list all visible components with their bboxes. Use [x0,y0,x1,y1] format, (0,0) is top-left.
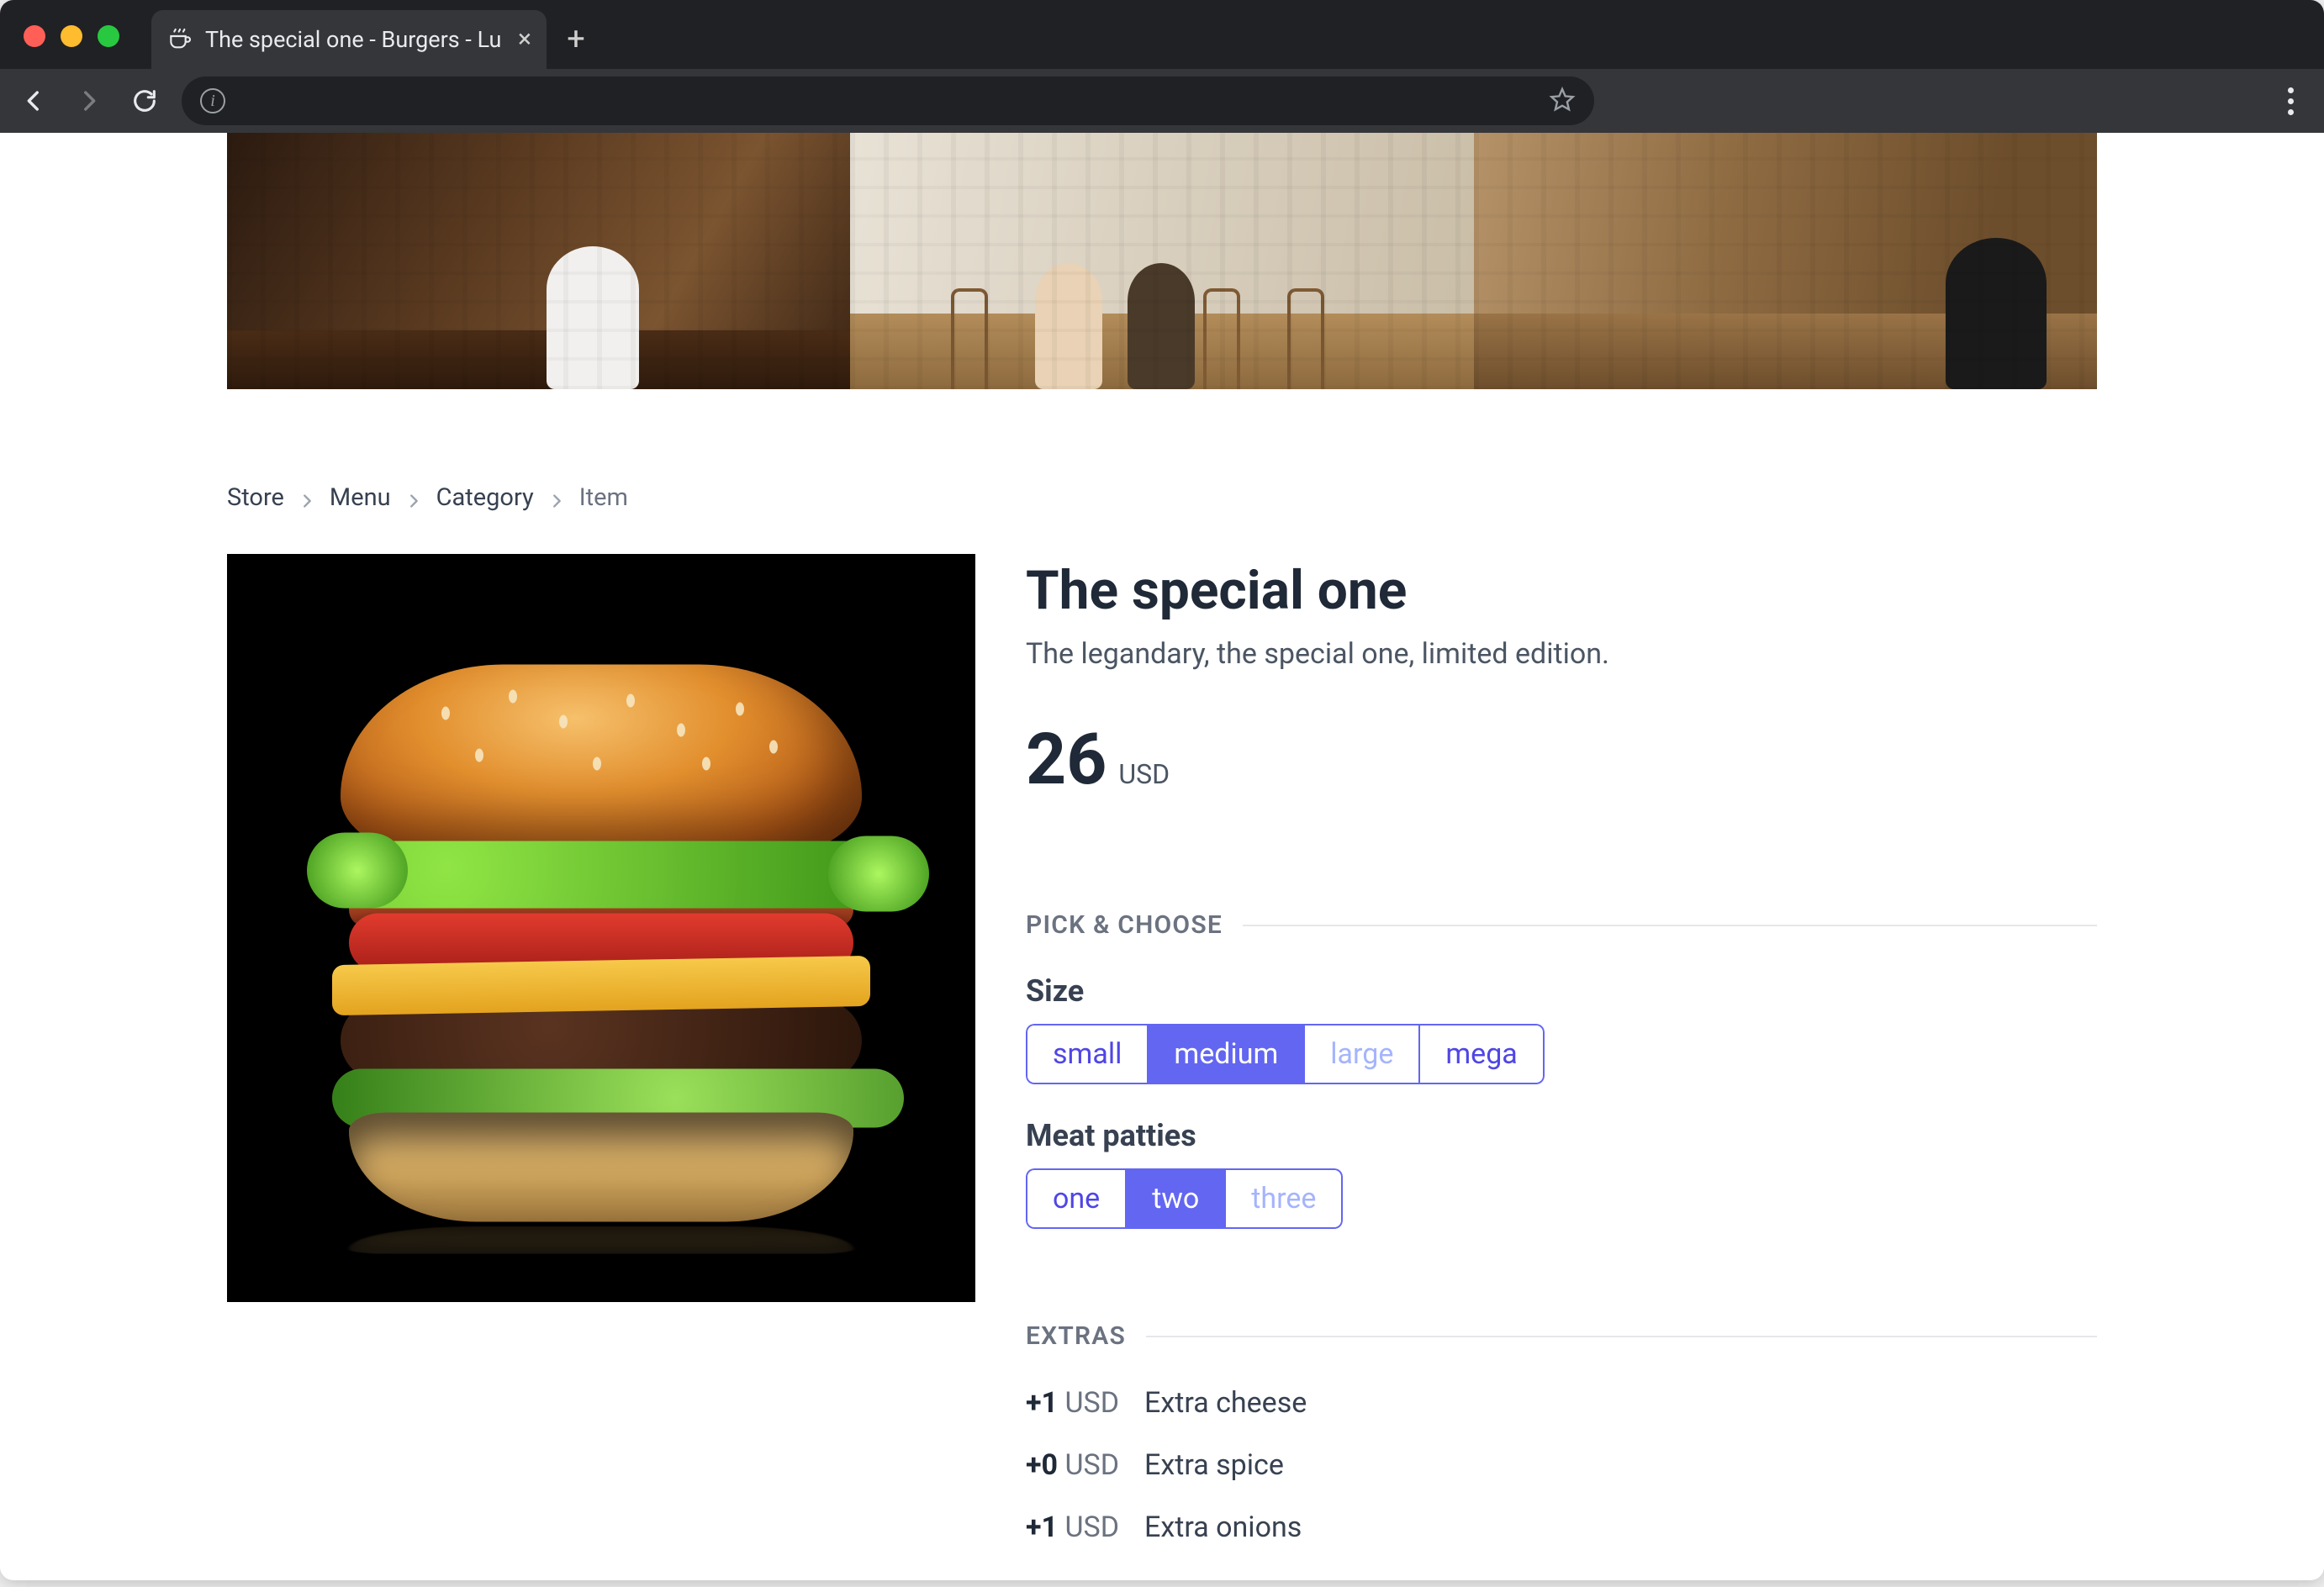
section-heading-pickchoose: PICK & CHOOSE [1026,910,1223,940]
item-price: 26 USD [1026,671,2097,801]
breadcrumb: Store Menu Category Item [227,389,2097,512]
reload-button[interactable] [126,82,163,119]
chevron-right-icon [298,488,316,507]
extra-price: +1 USD [1026,1511,1119,1544]
tab-title: The special one - Burgers - Lu [205,26,506,53]
extra-row[interactable]: +1 USD Extra onions [1026,1511,2097,1544]
extra-name: Extra onions [1144,1511,1302,1544]
back-button[interactable] [15,82,52,119]
divider [1146,1336,2097,1337]
breadcrumb-link-category[interactable]: Category [436,483,534,512]
extra-name: Extra cheese [1144,1386,1307,1420]
window-zoom-button[interactable] [98,25,119,47]
browser-window: The special one - Burgers - Lu × + i [0,0,2324,1580]
extra-row[interactable]: +0 USD Extra spice [1026,1448,2097,1482]
item-image [227,554,975,1302]
tab-bar: The special one - Burgers - Lu × + [0,0,2324,69]
size-selector: smallmediumlargemega [1026,1024,1545,1084]
size-selector-option-small[interactable]: small [1026,1024,1147,1084]
browser-menu-button[interactable] [2288,87,2309,115]
extra-price: +0 USD [1026,1448,1119,1482]
size-selector-option-mega[interactable]: mega [1418,1024,1544,1084]
item-description: The legandary, the special one, limited … [1026,622,2097,671]
price-value: 26 [1026,718,1107,801]
browser-toolbar: i [0,69,2324,133]
option-label-size: Size [1026,973,2097,1009]
chevron-right-icon [547,488,566,507]
breadcrumb-link-menu[interactable]: Menu [330,483,391,512]
window-minimize-button[interactable] [61,25,82,47]
section-heading-extras: EXTRAS [1026,1321,1126,1351]
address-bar[interactable]: i [182,76,1594,125]
extra-price: +1 USD [1026,1386,1119,1420]
price-currency: USD [1118,758,1170,790]
site-info-icon[interactable]: i [200,88,225,113]
patties-selector-option-two[interactable]: two [1125,1168,1224,1229]
browser-tab[interactable]: The special one - Burgers - Lu × [151,10,547,69]
item-title: The special one [1026,554,2097,622]
extra-name: Extra spice [1144,1448,1284,1482]
close-icon[interactable]: × [518,27,531,52]
store-hero-image [227,133,2097,389]
option-label-patties: Meat patties [1026,1118,2097,1153]
extras-list: +1 USD Extra cheese +0 USD Extra spice +1 US… [1026,1351,2097,1544]
size-selector-option-medium[interactable]: medium [1147,1024,1303,1084]
bookmark-icon[interactable] [1549,86,1576,116]
cup-icon [166,26,193,53]
new-tab-button[interactable]: + [547,10,605,69]
breadcrumb-current: Item [579,483,628,512]
page-viewport[interactable]: Store Menu Category Item [0,133,2324,1574]
window-controls [24,25,119,47]
forward-button[interactable] [71,82,108,119]
size-selector-option-large: large [1303,1024,1418,1084]
extra-row[interactable]: +1 USD Extra cheese [1026,1386,2097,1420]
patties-selector-option-three: three [1224,1168,1343,1229]
patties-selector: onetwothree [1026,1168,1343,1229]
breadcrumb-link-store[interactable]: Store [227,483,284,512]
window-close-button[interactable] [24,25,45,47]
divider [1243,925,2097,926]
patties-selector-option-one[interactable]: one [1026,1168,1125,1229]
chevron-right-icon [404,488,423,507]
